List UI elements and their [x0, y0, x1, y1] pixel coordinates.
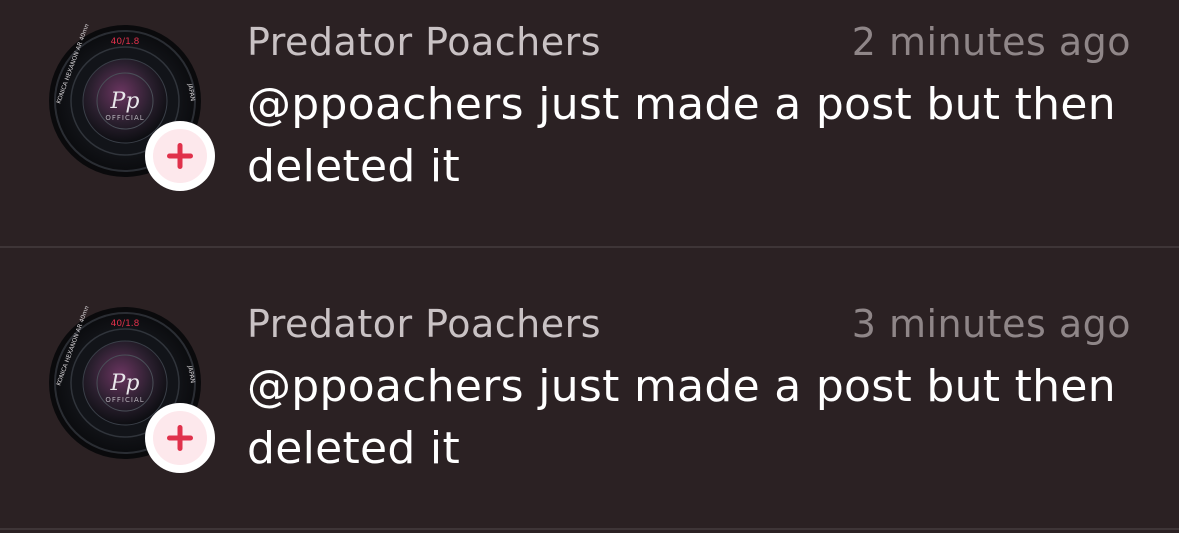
lens-top-label: 40/1.8	[111, 37, 140, 47]
notification-sender: Predator Poachers	[247, 302, 602, 346]
lens-top-label: 40/1.8	[111, 319, 140, 329]
plus-icon	[167, 143, 193, 169]
lens-monogram: Pp	[110, 89, 140, 114]
notification-time: 2 minutes ago	[851, 20, 1131, 64]
lens-monogram: Pp	[110, 371, 140, 396]
notification-sender: Predator Poachers	[247, 20, 602, 64]
add-badge[interactable]	[145, 121, 215, 191]
add-badge[interactable]	[145, 403, 215, 473]
avatar[interactable]: 40/1.8 Pp OFFICIAL KONICA HEXANON AR 40m…	[48, 306, 215, 473]
avatar[interactable]: 40/1.8 Pp OFFICIAL KONICA HEXANON AR 40m…	[48, 24, 215, 191]
notification-message: @ppoachers just made a post but then del…	[247, 79, 1116, 192]
divider	[0, 528, 1179, 530]
plus-icon	[167, 425, 193, 451]
notification-message: @ppoachers just made a post but then del…	[247, 361, 1116, 474]
notification-item[interactable]: 40/1.8 Pp OFFICIAL KONICA HEXANON AR 40m…	[0, 0, 1179, 246]
lens-sub-label: OFFICIAL	[105, 396, 144, 404]
notification-list: 40/1.8 Pp OFFICIAL KONICA HEXANON AR 40m…	[0, 0, 1179, 533]
notification-item[interactable]: 40/1.8 Pp OFFICIAL KONICA HEXANON AR 40m…	[0, 248, 1179, 528]
notification-time: 3 minutes ago	[851, 302, 1131, 346]
lens-sub-label: OFFICIAL	[105, 114, 144, 122]
